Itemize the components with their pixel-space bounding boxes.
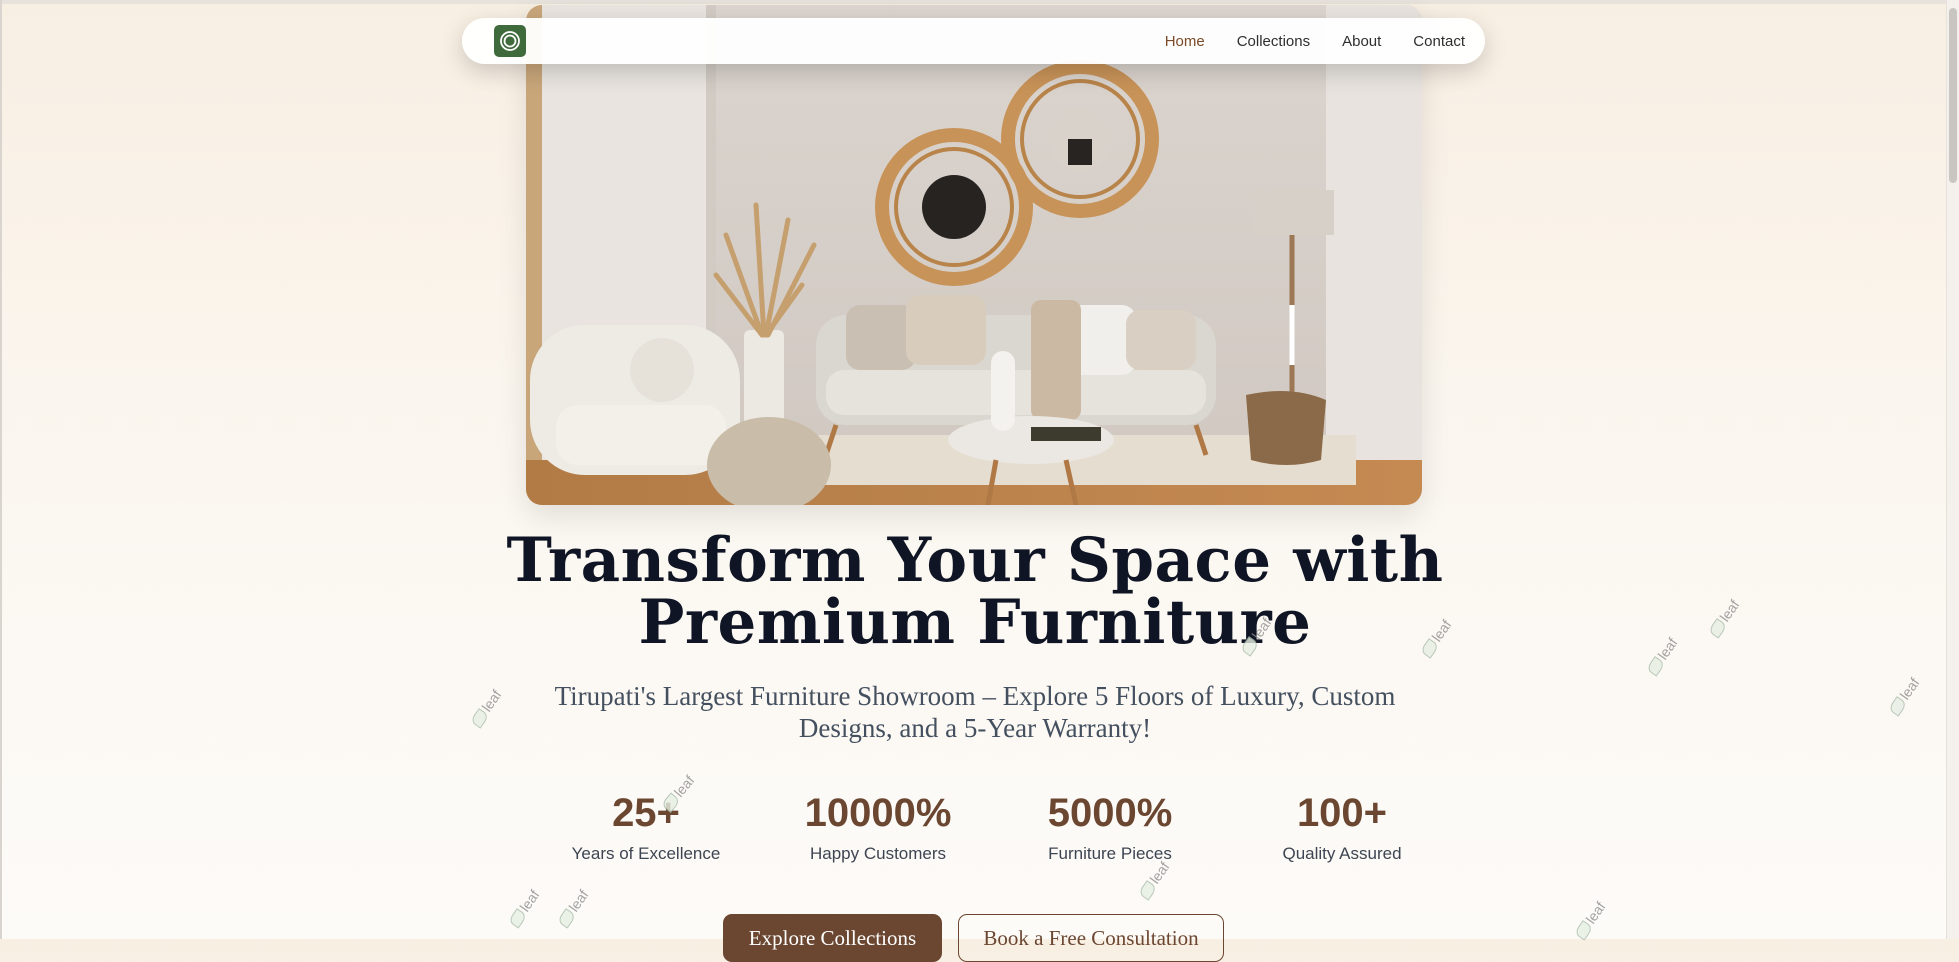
stat-value: 100+ — [1296, 791, 1388, 835]
stat-value: 5000% — [1047, 791, 1173, 835]
leaf-icon: leaf — [506, 887, 542, 929]
leaf-icon: leaf — [1706, 597, 1742, 639]
hero-subtitle: Tirupati's Largest Furniture Showroom – … — [554, 681, 1396, 743]
browser-left-edge — [0, 0, 2, 939]
book-consultation-button[interactable]: Book a Free Consultation — [958, 914, 1224, 962]
hero-title-line2: Premium Furniture — [638, 587, 1312, 658]
stat-customers: 10000% Happy Customers — [768, 790, 988, 864]
stat-label: Happy Customers — [809, 844, 947, 863]
hero-title: Transform Your Space with Premium Furnit… — [480, 530, 1470, 654]
target-ring-icon — [500, 31, 520, 51]
scrollbar-thumb[interactable] — [1949, 8, 1957, 183]
stat-value: 25+ — [612, 791, 680, 835]
leaf-icon: leaf — [555, 887, 591, 929]
stat-value: 10000% — [804, 791, 952, 835]
leaf-icon: leaf — [1572, 899, 1608, 941]
stat-label: Years of Excellence — [571, 844, 721, 863]
top-navbar: Home Collections About Contact — [462, 18, 1485, 64]
leaf-icon: leaf — [1886, 675, 1922, 717]
nav-link-contact[interactable]: Contact — [1413, 33, 1465, 50]
stat-quality: 100+ Quality Assured — [1232, 790, 1452, 864]
nav-link-home[interactable]: Home — [1165, 33, 1205, 50]
nav-link-collections[interactable]: Collections — [1237, 33, 1310, 50]
living-room-photo — [526, 5, 1422, 505]
leaf-icon: leaf — [468, 687, 504, 729]
page-scrollbar[interactable] — [1946, 0, 1959, 939]
stat-label: Quality Assured — [1282, 844, 1402, 863]
browser-top-edge — [0, 0, 1959, 4]
hero-title-line1: Transform Your Space with — [506, 525, 1444, 596]
leaf-icon: leaf — [1644, 635, 1680, 677]
stat-label: Furniture Pieces — [1048, 844, 1172, 863]
stat-pieces: 5000% Furniture Pieces — [1000, 790, 1220, 864]
stats-row: 25+ Years of Excellence 10000% Happy Cus… — [520, 790, 1428, 880]
logo-button[interactable] — [494, 25, 526, 57]
stat-years: 25+ Years of Excellence — [536, 790, 756, 864]
explore-collections-button[interactable]: Explore Collections — [723, 914, 942, 962]
nav-links: Home Collections About Contact — [1165, 18, 1465, 64]
nav-link-about[interactable]: About — [1342, 33, 1381, 50]
hero-image — [526, 5, 1422, 505]
